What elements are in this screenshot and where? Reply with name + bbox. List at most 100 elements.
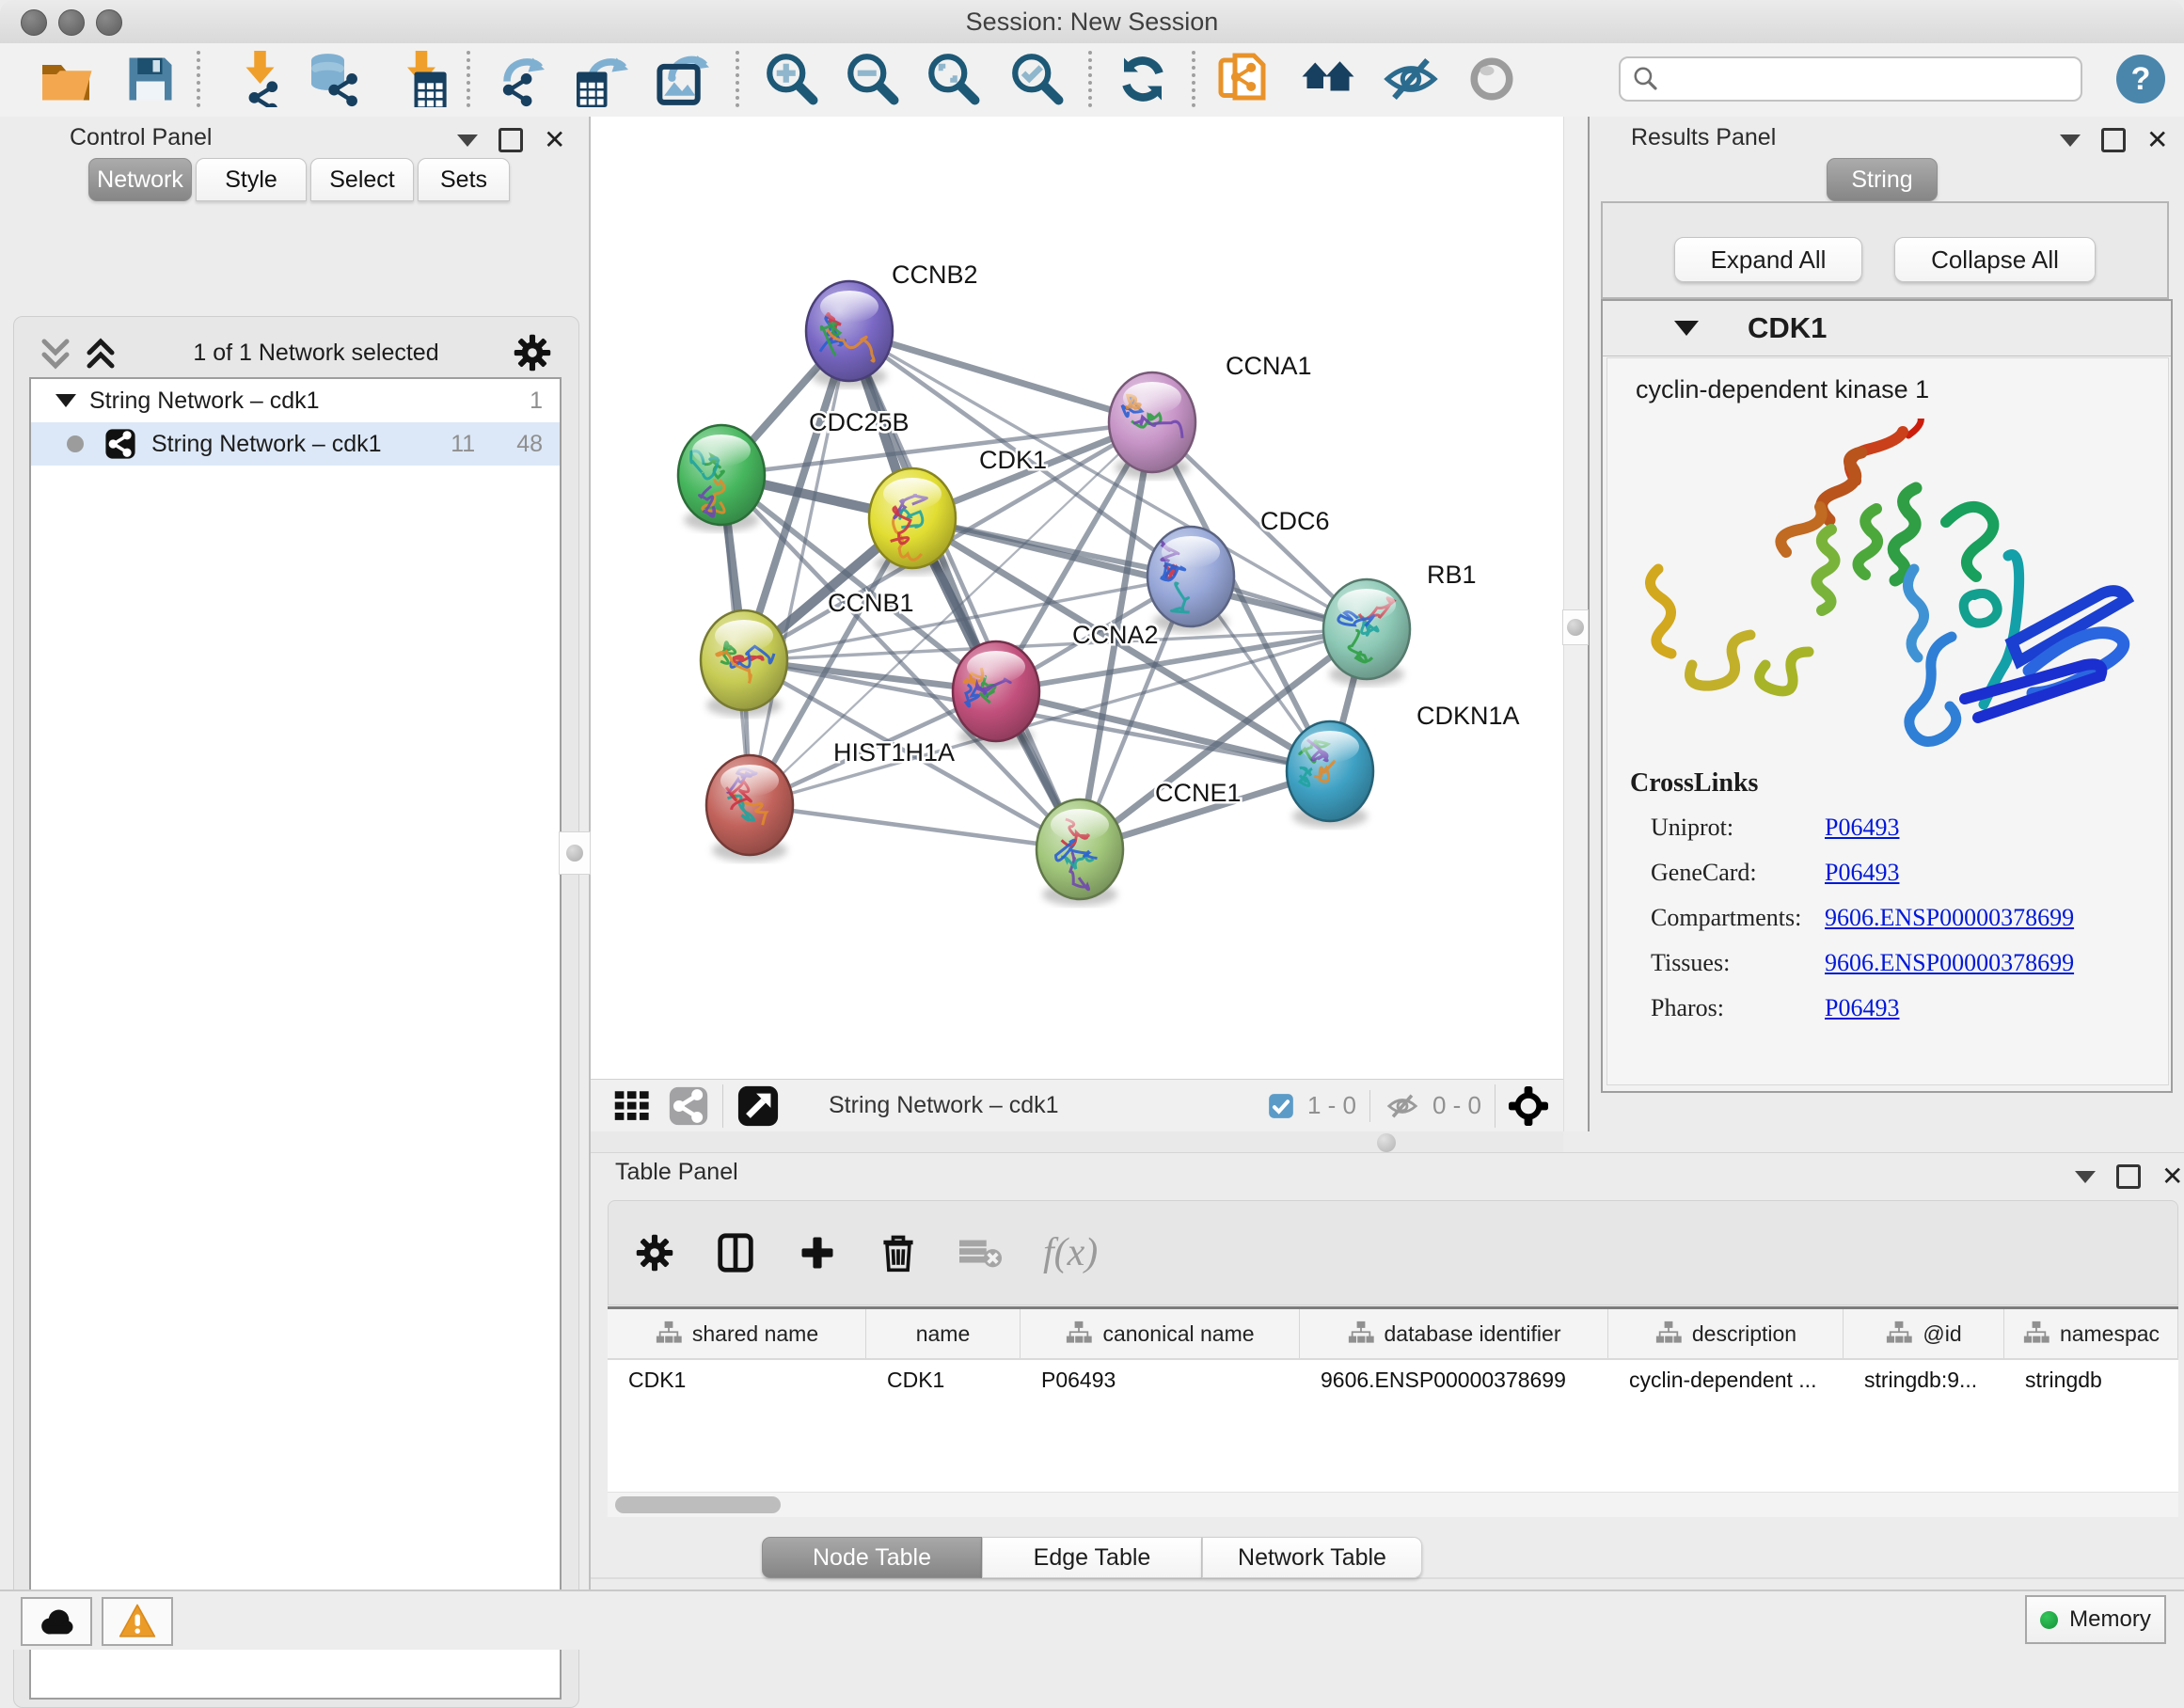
network-collection-row[interactable]: String Network – cdk1 1 (31, 379, 560, 422)
open-in-window-icon[interactable] (736, 1084, 780, 1128)
tab-style[interactable]: Style (196, 158, 307, 201)
export-image-icon[interactable] (653, 51, 709, 107)
graph-node-cdkn1a[interactable] (1287, 721, 1373, 828)
graph-node-ccnb2[interactable] (806, 281, 893, 387)
collapse-all-button[interactable]: Collapse All (1894, 237, 2096, 282)
panel-menu-icon[interactable] (2060, 134, 2081, 147)
refresh-icon[interactable] (1115, 51, 1171, 107)
scrollbar-thumb[interactable] (615, 1496, 781, 1513)
zoom-selected-icon[interactable] (1009, 51, 1066, 107)
splitter-grip[interactable] (559, 831, 591, 875)
birds-eye-grid-icon[interactable] (611, 1086, 655, 1126)
crosslink-value-link[interactable]: P06493 (1825, 814, 1899, 842)
export-table-icon[interactable] (572, 51, 628, 107)
warnings-button[interactable] (102, 1597, 173, 1646)
cloud-button[interactable] (21, 1597, 92, 1646)
column-header-description[interactable]: description (1608, 1309, 1844, 1358)
expand-all-button[interactable]: Expand All (1674, 237, 1862, 282)
section-collapse-icon[interactable] (1674, 321, 1699, 336)
delete-column-icon[interactable] (878, 1232, 919, 1273)
memory-button[interactable]: Memory (2025, 1595, 2166, 1644)
panel-menu-icon[interactable] (2075, 1171, 2096, 1183)
search-field[interactable] (1619, 56, 2082, 102)
tab-string[interactable]: String (1827, 158, 1938, 201)
panel-menu-icon[interactable] (457, 134, 478, 147)
tab-network[interactable]: Network (88, 158, 192, 201)
network-graph[interactable]: CCNB2CCNA1CDC25BCDK1CDC6RB1CCNB1CCNA2CDK… (591, 117, 1563, 1079)
export-network-icon[interactable] (493, 51, 549, 107)
graph-node-cdc6[interactable] (1147, 527, 1234, 633)
tab-select[interactable]: Select (310, 158, 414, 201)
panel-close-icon[interactable]: ✕ (544, 131, 565, 150)
panel-float-icon[interactable] (2116, 1164, 2141, 1189)
graph-node-cdk1[interactable] (869, 468, 956, 575)
copy-network-icon[interactable] (1216, 51, 1273, 107)
zoom-fit-icon[interactable] (926, 51, 982, 107)
add-column-icon[interactable] (797, 1232, 838, 1273)
graph-node-rb1[interactable] (1323, 579, 1410, 686)
crosslink-value-link[interactable]: 9606.ENSP00000378699 (1825, 904, 2074, 932)
column-header--id[interactable]: @id (1844, 1309, 2004, 1358)
zoom-in-icon[interactable] (764, 51, 820, 107)
network-options-gear-icon[interactable] (513, 333, 552, 372)
panel-close-icon[interactable]: ✕ (2161, 1167, 2183, 1186)
splitter-grip[interactable] (1377, 1133, 1396, 1152)
network-canvas[interactable]: CCNB2CCNA1CDC25BCDK1CDC6RB1CCNB1CCNA2CDK… (591, 117, 1563, 1079)
import-database-icon[interactable] (307, 51, 363, 107)
graph-node-cdc25b[interactable] (678, 425, 765, 531)
import-network-icon[interactable] (229, 51, 286, 107)
network-row[interactable]: String Network – cdk1 11 48 (31, 422, 560, 466)
hidden-eye-icon[interactable] (1384, 1090, 1421, 1122)
table-cell[interactable]: 9606.ENSP00000378699 (1300, 1358, 1608, 1401)
table-cell[interactable]: stringdb (2004, 1358, 2178, 1401)
selected-checkbox-icon[interactable] (1268, 1093, 1294, 1119)
table-cell[interactable]: CDK1 (866, 1358, 1021, 1401)
table-hscrollbar[interactable] (608, 1492, 2178, 1517)
home-pair-icon[interactable] (1300, 51, 1356, 107)
splitter-grip[interactable] (1562, 609, 1589, 645)
graph-node-ccne1[interactable] (1037, 799, 1123, 906)
column-header-database-identifier[interactable]: database identifier (1300, 1309, 1608, 1358)
panel-float-icon[interactable] (499, 128, 523, 152)
tab-node-table[interactable]: Node Table (762, 1537, 982, 1578)
collapse-all-icon[interactable] (37, 334, 74, 372)
table-cell[interactable]: P06493 (1021, 1358, 1300, 1401)
column-header-name[interactable]: name (866, 1309, 1021, 1358)
column-header-canonical-name[interactable]: canonical name (1021, 1309, 1300, 1358)
panel-close-icon[interactable]: ✕ (2146, 131, 2168, 150)
panel-float-icon[interactable] (2101, 128, 2126, 152)
graph-node-hist1h1a[interactable] (706, 755, 793, 862)
table-options-gear-icon[interactable] (635, 1233, 674, 1273)
zoom-out-icon[interactable] (845, 51, 901, 107)
tab-sets[interactable]: Sets (418, 158, 510, 201)
import-table-icon[interactable] (393, 51, 450, 107)
graph-node-ccna2[interactable] (953, 641, 1039, 748)
column-header-namespac[interactable]: namespac (2004, 1309, 2178, 1358)
tab-edge-table[interactable]: Edge Table (982, 1537, 1202, 1578)
table-cell[interactable]: CDK1 (608, 1358, 866, 1401)
open-folder-icon[interactable] (38, 51, 94, 107)
table-cell[interactable]: stringdb:9... (1844, 1358, 2004, 1401)
table-cell[interactable]: cyclin-dependent ... (1608, 1358, 1844, 1401)
hide-toggle-icon[interactable] (1383, 51, 1439, 107)
expand-all-icon[interactable] (82, 334, 119, 372)
crosslink-value-link[interactable]: P06493 (1825, 859, 1899, 887)
save-session-icon[interactable] (122, 51, 179, 107)
graph-node-ccna1[interactable] (1109, 372, 1195, 479)
column-header-shared-name[interactable]: shared name (608, 1309, 866, 1358)
string-gray-badge-icon[interactable] (668, 1085, 709, 1127)
graph-node-ccnb1[interactable] (701, 610, 787, 717)
show-columns-icon[interactable] (714, 1231, 757, 1274)
tab-network-table[interactable]: Network Table (1202, 1537, 1422, 1578)
search-input[interactable] (1660, 65, 2059, 93)
fit-selected-crosshair-icon[interactable] (1509, 1086, 1548, 1126)
crosslink-value-link[interactable]: P06493 (1825, 994, 1899, 1022)
tree-expander-icon[interactable] (55, 394, 76, 407)
vertical-splitter[interactable] (1563, 117, 1590, 1131)
help-icon[interactable]: ? (2116, 55, 2165, 103)
node-label-ccne1: CCNE1 (1155, 779, 1242, 807)
horizontal-splitter[interactable] (591, 1131, 1563, 1152)
sphere-icon[interactable] (1464, 51, 1520, 107)
crosslink-value-link[interactable]: 9606.ENSP00000378699 (1825, 949, 2074, 977)
node-table[interactable]: shared namenamecanonical namedatabase id… (608, 1306, 2178, 1494)
